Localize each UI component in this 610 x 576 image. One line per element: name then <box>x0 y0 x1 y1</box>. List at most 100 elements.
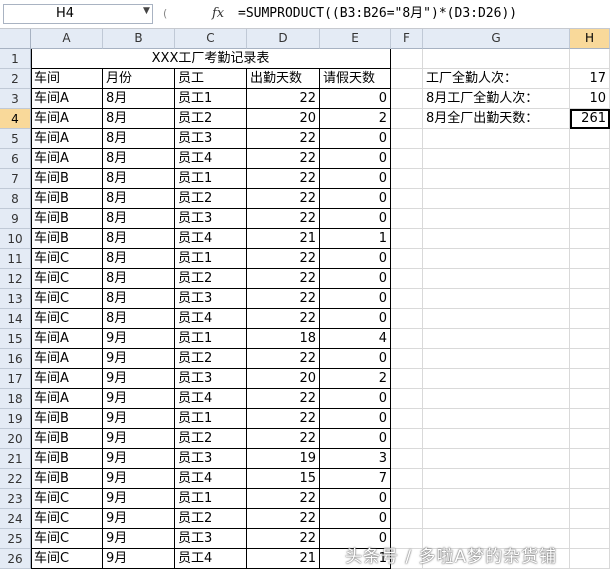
cell-d13[interactable]: 22 <box>247 289 320 309</box>
cell-e8[interactable]: 0 <box>320 189 391 209</box>
cell-a10[interactable]: 车间B <box>31 229 103 249</box>
cell-d15[interactable]: 18 <box>247 329 320 349</box>
cell-f17[interactable] <box>391 369 423 389</box>
column-header-h[interactable]: H <box>570 29 610 49</box>
cell-b6[interactable]: 8月 <box>103 149 175 169</box>
cell-d18[interactable]: 22 <box>247 389 320 409</box>
cell-a17[interactable]: 车间A <box>31 369 103 389</box>
cell-c22[interactable]: 员工4 <box>175 469 247 489</box>
cell-b15[interactable]: 9月 <box>103 329 175 349</box>
cell-f3[interactable] <box>391 89 423 109</box>
cell-h12[interactable] <box>570 269 610 289</box>
cell-b21[interactable]: 9月 <box>103 449 175 469</box>
cell-e4[interactable]: 2 <box>320 109 391 129</box>
cell-g10[interactable] <box>423 229 570 249</box>
cell-f12[interactable] <box>391 269 423 289</box>
cell-c23[interactable]: 员工1 <box>175 489 247 509</box>
cell-b19[interactable]: 9月 <box>103 409 175 429</box>
row-header-11[interactable]: 11 <box>0 249 31 269</box>
formula-input[interactable]: =SUMPRODUCT((B3:B26="8月")*(D3:D26)) <box>238 4 606 24</box>
cell-h13[interactable] <box>570 289 610 309</box>
chevron-down-icon[interactable]: ▼ <box>143 6 150 16</box>
row-header-17[interactable]: 17 <box>0 369 31 389</box>
cell-g16[interactable] <box>423 349 570 369</box>
cell-f14[interactable] <box>391 309 423 329</box>
cell-g19[interactable] <box>423 409 570 429</box>
cell-c12[interactable]: 员工2 <box>175 269 247 289</box>
cell-d23[interactable]: 22 <box>247 489 320 509</box>
cell-a19[interactable]: 车间B <box>31 409 103 429</box>
cell-h1[interactable] <box>570 49 610 69</box>
cell-e3[interactable]: 0 <box>320 89 391 109</box>
cell-h7[interactable] <box>570 169 610 189</box>
cell-e13[interactable]: 0 <box>320 289 391 309</box>
cell-h9[interactable] <box>570 209 610 229</box>
cell-g7[interactable] <box>423 169 570 189</box>
cell-a4[interactable]: 车间A <box>31 109 103 129</box>
cell-f15[interactable] <box>391 329 423 349</box>
cell-g1[interactable] <box>423 49 570 69</box>
cell-a25[interactable]: 车间C <box>31 529 103 549</box>
cell-f24[interactable] <box>391 509 423 529</box>
column-header-a[interactable]: A <box>31 29 103 49</box>
cell-h24[interactable] <box>570 509 610 529</box>
cell-g18[interactable] <box>423 389 570 409</box>
cell-b13[interactable]: 8月 <box>103 289 175 309</box>
cell-c18[interactable]: 员工4 <box>175 389 247 409</box>
cell-e2[interactable]: 请假天数 <box>320 69 391 89</box>
row-header-8[interactable]: 8 <box>0 189 31 209</box>
cell-f10[interactable] <box>391 229 423 249</box>
cell-f23[interactable] <box>391 489 423 509</box>
row-header-3[interactable]: 3 <box>0 89 31 109</box>
row-header-6[interactable]: 6 <box>0 149 31 169</box>
cell-c14[interactable]: 员工4 <box>175 309 247 329</box>
cell-d21[interactable]: 19 <box>247 449 320 469</box>
cell-a8[interactable]: 车间B <box>31 189 103 209</box>
row-header-7[interactable]: 7 <box>0 169 31 189</box>
cell-a24[interactable]: 车间C <box>31 509 103 529</box>
cell-d8[interactable]: 22 <box>247 189 320 209</box>
cell-h2[interactable]: 17 <box>570 69 610 89</box>
cell-e5[interactable]: 0 <box>320 129 391 149</box>
cell-g5[interactable] <box>423 129 570 149</box>
cell-c20[interactable]: 员工2 <box>175 429 247 449</box>
cell-h3[interactable]: 10 <box>570 89 610 109</box>
cell-c21[interactable]: 员工3 <box>175 449 247 469</box>
cell-b16[interactable]: 9月 <box>103 349 175 369</box>
row-header-25[interactable]: 25 <box>0 529 31 549</box>
cell-a2[interactable]: 车间 <box>31 69 103 89</box>
cell-c3[interactable]: 员工1 <box>175 89 247 109</box>
column-header-b[interactable]: B <box>103 29 175 49</box>
cell-e22[interactable]: 7 <box>320 469 391 489</box>
cell-b11[interactable]: 8月 <box>103 249 175 269</box>
cell-d14[interactable]: 22 <box>247 309 320 329</box>
cell-a21[interactable]: 车间B <box>31 449 103 469</box>
cell-d24[interactable]: 22 <box>247 509 320 529</box>
cell-d11[interactable]: 22 <box>247 249 320 269</box>
cell-e24[interactable]: 0 <box>320 509 391 529</box>
cell-b24[interactable]: 9月 <box>103 509 175 529</box>
cell-a16[interactable]: 车间A <box>31 349 103 369</box>
cell-b4[interactable]: 8月 <box>103 109 175 129</box>
cell-c10[interactable]: 员工4 <box>175 229 247 249</box>
cell-e9[interactable]: 0 <box>320 209 391 229</box>
cell-f22[interactable] <box>391 469 423 489</box>
row-header-16[interactable]: 16 <box>0 349 31 369</box>
cell-c13[interactable]: 员工3 <box>175 289 247 309</box>
cell-c19[interactable]: 员工1 <box>175 409 247 429</box>
cell-h19[interactable] <box>570 409 610 429</box>
row-header-20[interactable]: 20 <box>0 429 31 449</box>
row-header-13[interactable]: 13 <box>0 289 31 309</box>
cell-c2[interactable]: 员工 <box>175 69 247 89</box>
cell-a13[interactable]: 车间C <box>31 289 103 309</box>
cell-b14[interactable]: 8月 <box>103 309 175 329</box>
cell-c8[interactable]: 员工2 <box>175 189 247 209</box>
cell-f8[interactable] <box>391 189 423 209</box>
column-header-d[interactable]: D <box>247 29 320 49</box>
row-header-26[interactable]: 26 <box>0 549 31 569</box>
row-header-2[interactable]: 2 <box>0 69 31 89</box>
cell-d9[interactable]: 22 <box>247 209 320 229</box>
cell-d6[interactable]: 22 <box>247 149 320 169</box>
cell-b22[interactable]: 9月 <box>103 469 175 489</box>
cell-h26[interactable] <box>570 549 610 569</box>
